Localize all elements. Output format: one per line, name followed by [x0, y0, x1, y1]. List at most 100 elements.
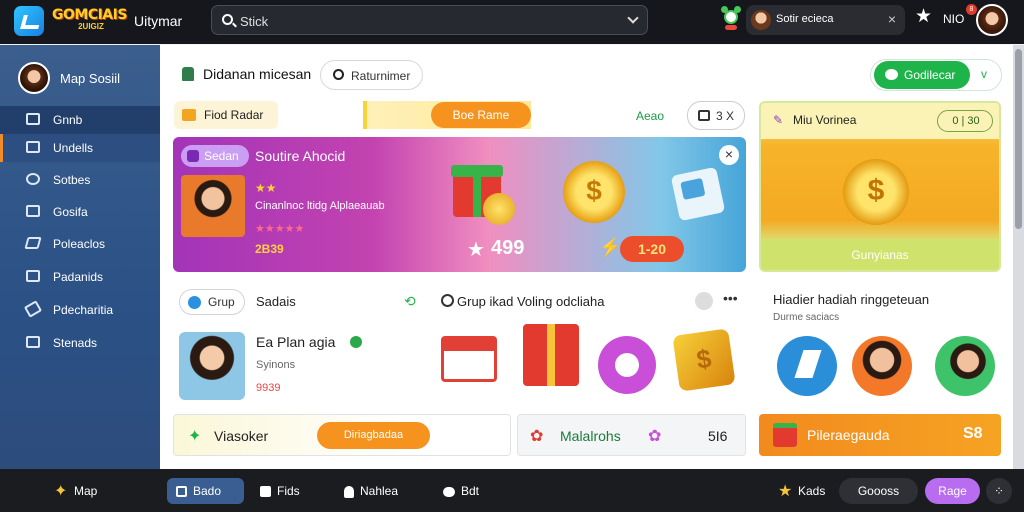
user-avatar[interactable] — [976, 4, 1008, 36]
account-chip[interactable]: Sotir ecieca × — [746, 5, 905, 35]
bottom-nav-fids[interactable]: Fids — [260, 478, 300, 504]
hero-points: 2B39 — [255, 242, 284, 256]
bottom-card-1-button[interactable]: Diriagbadaa — [317, 422, 430, 449]
bottom-nav-label: Bdt — [461, 484, 480, 498]
lightning-icon: ⚡ — [599, 237, 622, 257]
side-promo-footer[interactable]: Gunyianas — [761, 239, 999, 270]
bottom-card-3[interactable]: Pileraegauda S8 — [759, 414, 1001, 456]
close-button[interactable]: × — [719, 145, 739, 165]
bottom-nav-bdt[interactable]: Bdt — [443, 478, 479, 504]
side-promo-counter[interactable]: 0 | 30 — [937, 110, 993, 132]
hero-stars-row: ★★★★★ — [255, 223, 305, 235]
bottom-nav-pill-label: Rage — [938, 484, 967, 498]
user-name: NIO — [943, 12, 965, 26]
hero-rating-stars: ★★ — [255, 181, 277, 195]
search-box[interactable] — [211, 5, 648, 35]
bottom-nav-label: Map — [74, 484, 98, 498]
sidebar-item-pdecharitia[interactable]: Pdecharitia — [0, 296, 160, 324]
close-icon: × — [724, 146, 734, 162]
ticket-icon — [670, 166, 726, 222]
box-icon — [182, 109, 196, 121]
sidebar-item-gnnb[interactable]: Gnnb — [0, 106, 160, 134]
gift-box-icon — [773, 423, 797, 447]
sidebar-item-stenads[interactable]: Stenads — [0, 329, 160, 357]
flower-icon: ✿ — [530, 428, 544, 445]
bottom-card-2[interactable]: ✿ Malalrohs ✿ 5I6 — [517, 414, 746, 456]
sidebar-item-label: Poleaclos — [53, 237, 106, 251]
bottom-card-2-label: Malalrohs — [560, 428, 621, 444]
bottom-nav-pill-label: Goooss — [857, 484, 900, 498]
sidebar-item-padanids[interactable]: Padanids — [0, 263, 160, 291]
sidebar-item-undells[interactable]: Undells — [0, 134, 160, 162]
brand-logo: GOMCIAIS 2UIGIZ — [52, 8, 130, 32]
price-badge[interactable]: 1-20 — [620, 236, 684, 262]
sidebar-item-label: Gosifa — [53, 205, 88, 219]
star-icon: ★ — [778, 482, 793, 500]
friend-avatar[interactable] — [852, 336, 912, 396]
sidebar-item-label: Sotbes — [53, 173, 91, 187]
bottom-nav-nahlea[interactable]: Nahlea — [344, 478, 398, 504]
chevron-down-icon[interactable] — [627, 12, 639, 24]
hero-person-image — [181, 175, 245, 237]
profile-name: Ea Plan agia — [256, 334, 336, 350]
main-scrollbar[interactable] — [1013, 45, 1024, 469]
gift-box-icon[interactable] — [523, 324, 579, 386]
friend-avatar[interactable] — [935, 336, 995, 396]
sidebar-item-label: Undells — [53, 141, 94, 155]
more-options-icon[interactable]: ⁘ — [986, 478, 1012, 504]
bottom-nav-pill-rage[interactable]: Rage — [925, 478, 980, 504]
hero-score: 499 — [491, 237, 525, 259]
edit-icon: ✎ — [773, 113, 784, 127]
filter-chip[interactable]: Raturnimer — [320, 60, 423, 90]
hero-title: Soutire Ahocid — [255, 148, 346, 164]
sidebar: Map Sosiil Gnnb Undells Sotbes Gosifa Po… — [0, 45, 160, 469]
search-input[interactable] — [240, 11, 620, 31]
app-logo-icon[interactable] — [14, 6, 44, 36]
group-tag-label: Grup — [208, 295, 235, 309]
group-tag[interactable]: Grup — [179, 289, 245, 315]
promo-button-label: Boe Rame — [452, 108, 510, 122]
close-icon[interactable]: × — [888, 11, 896, 27]
section-label: Sadais — [256, 294, 296, 309]
rewards-title: Hiadier hadiah ringgeteuan — [773, 292, 930, 307]
mascot-icon[interactable] — [720, 6, 742, 30]
settings-icon[interactable] — [695, 292, 713, 310]
avatar — [18, 62, 50, 94]
sidebar-item-poleaclos[interactable]: Poleaclos — [0, 230, 160, 258]
counter-chip[interactable]: 3 X — [687, 101, 745, 130]
more-options-icon[interactable]: ••• — [723, 290, 738, 306]
bottom-card-1[interactable]: ✦ Viasoker Diriagbadaa — [173, 414, 511, 456]
app-title: Uitymar — [134, 13, 183, 29]
sidebar-profile[interactable]: Map Sosiil — [18, 62, 158, 94]
sidebar-item-gosifa[interactable]: Gosifa — [0, 198, 160, 226]
gem-icon: ✿ — [648, 428, 662, 445]
grid-icon — [26, 113, 40, 125]
folder-icon — [26, 336, 40, 348]
bottom-nav-pill-goooss[interactable]: Goooss — [839, 478, 918, 504]
hero-tag-label: Sedan — [204, 149, 239, 163]
brand-sub-text: 2UIGIZ — [78, 22, 104, 31]
hero-tag[interactable]: Sedan — [181, 145, 249, 167]
wallet-icon[interactable]: $ — [672, 328, 736, 392]
promo-button[interactable]: Boe Rame — [431, 102, 531, 128]
chevron-down-icon[interactable]: v — [981, 67, 987, 81]
hero-card[interactable]: Sedan Soutire Ahocid ★★ Cinanlnoc ltidg … — [173, 137, 746, 272]
sidebar-item-label: Stenads — [53, 336, 98, 350]
bottom-nav-map[interactable]: ✦ Map — [54, 478, 97, 504]
bottom-nav-bado[interactable]: Bado — [167, 478, 244, 504]
calendar-gift-icon[interactable] — [441, 336, 497, 382]
profile-stat: 9939 — [256, 382, 281, 394]
favorite-star-icon[interactable]: ★ — [915, 7, 932, 27]
bottom-nav-kads[interactable]: ★ Kads — [778, 478, 825, 504]
food-radar-label: Fiod Radar — [204, 108, 264, 122]
search-icon — [333, 69, 344, 80]
gear-badge-icon[interactable] — [598, 336, 656, 394]
sidebar-item-sotbes[interactable]: Sotbes — [0, 166, 160, 194]
upload-icon[interactable] — [777, 336, 837, 396]
food-radar-tag[interactable]: Fiod Radar — [174, 101, 278, 129]
side-promo-card[interactable]: ✎ Miu Vorinea 0 | 30 $ Gunyianas — [759, 101, 1001, 272]
sidebar-item-label: Gnnb — [53, 113, 83, 127]
scrollbar-thumb[interactable] — [1015, 49, 1022, 229]
profile-photo — [179, 332, 245, 400]
sidebar-item-label: Padanids — [53, 270, 104, 284]
